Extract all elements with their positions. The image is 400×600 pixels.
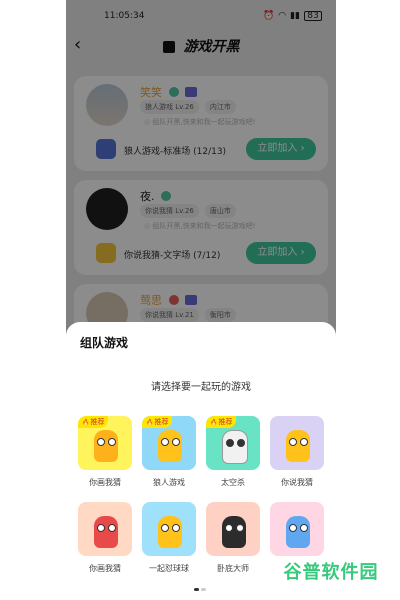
alarm-icon: ⏰ xyxy=(263,11,275,21)
sheet-subtitle: 请选择要一起玩的游戏 xyxy=(151,382,251,393)
artist-character-icon xyxy=(94,516,118,548)
room-label: 狼人游戏-标准场 (12/13) xyxy=(124,147,227,157)
game-icon xyxy=(96,139,116,159)
page-indicator xyxy=(194,588,206,591)
speaker-character-icon xyxy=(286,430,310,462)
battery-icon: 83 xyxy=(304,11,322,21)
username: 夜. xyxy=(140,188,171,204)
user-tags: 你说我猜 Lv.26 唐山市 xyxy=(140,204,236,218)
recommend-badge: 推荐 xyxy=(78,416,109,428)
game-tile[interactable]: 推荐 xyxy=(206,416,260,470)
game-option-undercover[interactable]: 卧底大师 xyxy=(206,502,260,574)
game-name: 一起怼球球 xyxy=(149,564,189,573)
robot-character-icon xyxy=(286,516,310,548)
gender-icon xyxy=(161,191,171,201)
page-title: 游戏开黑 xyxy=(66,36,336,56)
game-tile[interactable] xyxy=(206,502,260,556)
wifi-icon: ◠ xyxy=(278,11,287,21)
game-name: 狼人游戏 xyxy=(153,478,185,487)
game-tile[interactable]: 推荐 xyxy=(78,416,132,470)
game-name: 太空杀 xyxy=(221,478,245,487)
game-option-werewolf[interactable]: 推荐 狼人游戏 xyxy=(142,416,196,488)
game-tile[interactable]: 推荐 xyxy=(142,416,196,470)
user-tags: 狼人游戏 Lv.26 内江市 xyxy=(140,100,236,114)
game-option-say-guess[interactable]: 你说我猜 xyxy=(270,416,324,488)
logo-icon xyxy=(162,41,175,53)
watermark-logo: 谷普软件园 xyxy=(270,556,392,590)
invite-text: 组队开黑,快来和我一起玩游戏吧! xyxy=(144,221,255,231)
game-level-tag: 你说我猜 Lv.21 xyxy=(140,308,199,322)
astronaut-character-icon xyxy=(222,430,248,464)
spy-character-icon xyxy=(222,516,246,548)
username: 莺思 xyxy=(140,292,197,308)
join-button[interactable]: 立即加入 › xyxy=(246,138,316,160)
status-time: 11:05:34 xyxy=(104,11,145,21)
game-level-tag: 狼人游戏 Lv.26 xyxy=(140,100,199,114)
header: ‹ 游戏开黑 xyxy=(66,32,336,60)
game-option-ball-battle[interactable]: 一起怼球球 xyxy=(142,502,196,574)
room-card[interactable]: 夜. 你说我猜 Lv.26 唐山市 组队开黑,快来和我一起玩游戏吧! 你说我猜-… xyxy=(74,180,328,275)
username: 笑笑 xyxy=(140,84,197,100)
phone-screen: 11:05:34 ⏰ ◠ ▮▮ 83 ‹ 游戏开黑 笑笑 狼人游戏 Lv.26 … xyxy=(66,0,336,600)
room-label: 你说我猜-文字场 (7/12) xyxy=(124,251,221,261)
game-name: 你说我猜 xyxy=(281,478,313,487)
gender-icon xyxy=(168,295,179,305)
game-option-draw-guess[interactable]: 推荐 你画我猜 xyxy=(78,416,132,488)
avatar[interactable] xyxy=(86,84,128,126)
game-icon xyxy=(96,243,116,263)
room-card[interactable]: 笑笑 狼人游戏 Lv.26 内江市 组队开黑,快来和我一起玩游戏吧! 狼人游戏-… xyxy=(74,76,328,171)
ball-character-icon xyxy=(158,516,182,548)
join-button[interactable]: 立即加入 › xyxy=(246,242,316,264)
gender-icon xyxy=(168,87,179,97)
city-tag: 衡阳市 xyxy=(204,308,236,322)
game-option-draw-guess-2[interactable]: 你画我猜 xyxy=(78,502,132,574)
game-name: 你画我猜 xyxy=(89,478,121,487)
game-tile[interactable] xyxy=(142,502,196,556)
status-bar: 11:05:34 ⏰ ◠ ▮▮ 83 xyxy=(66,0,336,32)
game-option-space-kill[interactable]: 推荐 太空杀 xyxy=(206,416,260,488)
game-name: 卧底大师 xyxy=(217,564,249,573)
game-tile[interactable] xyxy=(270,416,324,470)
signal-icon: ▮▮ xyxy=(290,11,300,21)
city-tag: 内江市 xyxy=(204,100,236,114)
painter-character-icon xyxy=(94,430,118,462)
sheet-title: 组队游戏 xyxy=(80,336,129,350)
invite-text: 组队开黑,快来和我一起玩游戏吧! xyxy=(144,117,255,127)
avatar[interactable] xyxy=(86,188,128,230)
game-level-tag: 你说我猜 Lv.26 xyxy=(140,204,199,218)
game-name: 你画我猜 xyxy=(89,564,121,573)
witch-character-icon xyxy=(158,430,182,462)
recommend-badge: 推荐 xyxy=(206,416,237,428)
game-tile[interactable] xyxy=(270,502,324,556)
user-tags: 你说我猜 Lv.21 衡阳市 xyxy=(140,308,236,322)
game-option-more[interactable] xyxy=(270,502,324,563)
status-icons: ⏰ ◠ ▮▮ 83 xyxy=(263,11,322,21)
recommend-badge: 推荐 xyxy=(142,416,173,428)
city-tag: 唐山市 xyxy=(204,204,236,218)
game-tile[interactable] xyxy=(78,502,132,556)
level-badge-icon xyxy=(185,87,197,97)
level-badge-icon xyxy=(185,295,197,305)
